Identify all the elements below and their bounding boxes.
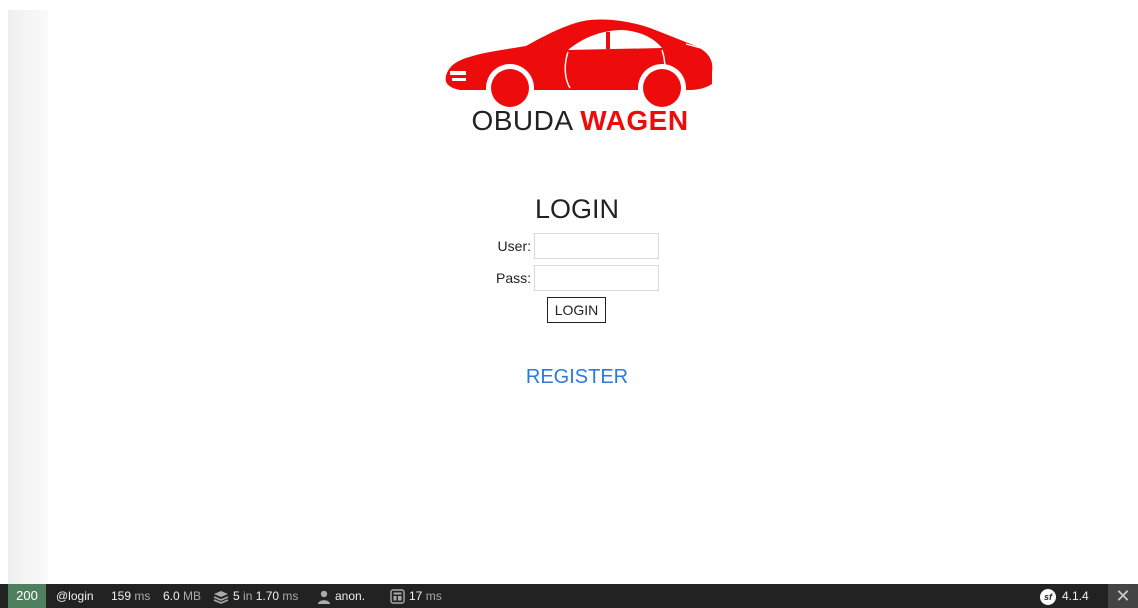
time-value: 159 — [111, 589, 132, 603]
user-item[interactable]: anon. — [317, 584, 365, 608]
pass-label: Pass: — [495, 270, 531, 286]
database-item[interactable]: 5 in 1.70 ms — [213, 584, 298, 608]
route-label: @login — [56, 589, 94, 603]
symfony-version: 4.1.4 — [1062, 589, 1089, 603]
db-in: in — [243, 589, 253, 603]
brand-text-right: WAGEN — [580, 105, 689, 136]
memory-item[interactable]: 6.0 MB — [163, 584, 201, 608]
user-row: User: — [440, 233, 700, 261]
database-layers-icon — [213, 590, 229, 604]
login-title: LOGIN — [534, 194, 620, 224]
symfony-version-item[interactable]: sf 4.1.4 — [1040, 584, 1089, 608]
time-item[interactable]: 159 ms — [111, 584, 150, 608]
user-name: anon. — [335, 589, 366, 603]
symfony-logo-icon: sf — [1040, 588, 1056, 605]
pass-input[interactable] — [534, 265, 659, 291]
pass-row: Pass: — [440, 265, 700, 293]
register-link[interactable]: REGISTER — [0, 364, 1138, 390]
db-count: 5 — [233, 589, 240, 603]
memory-unit: MB — [183, 589, 202, 603]
brand-text-left: OBUDA — [471, 105, 572, 136]
debug-toolbar: 200 @login 159 ms 6.0 MB 5 in 1.70 ms an… — [0, 584, 1138, 608]
db-unit: ms — [282, 589, 299, 603]
login-button[interactable]: LOGIN — [547, 297, 606, 323]
twig-unit: ms — [425, 589, 442, 603]
template-icon — [390, 589, 405, 605]
twig-time: 17 — [409, 589, 423, 603]
db-time: 1.70 — [255, 589, 280, 603]
status-code-badge[interactable]: 200 — [8, 584, 46, 608]
memory-value: 6.0 — [163, 589, 180, 603]
route-item[interactable]: @login — [56, 584, 94, 608]
brand-wordmark: OBUDA WAGEN — [446, 104, 714, 138]
time-unit: ms — [134, 589, 151, 603]
user-label: User: — [497, 238, 531, 254]
user-input[interactable] — [534, 233, 659, 259]
left-sidebar-shade — [8, 10, 48, 584]
twig-item[interactable]: 17 ms — [390, 584, 442, 608]
close-toolbar-icon[interactable]: ✕ — [1108, 584, 1138, 608]
user-icon — [318, 590, 330, 604]
car-icon — [445, 19, 713, 108]
